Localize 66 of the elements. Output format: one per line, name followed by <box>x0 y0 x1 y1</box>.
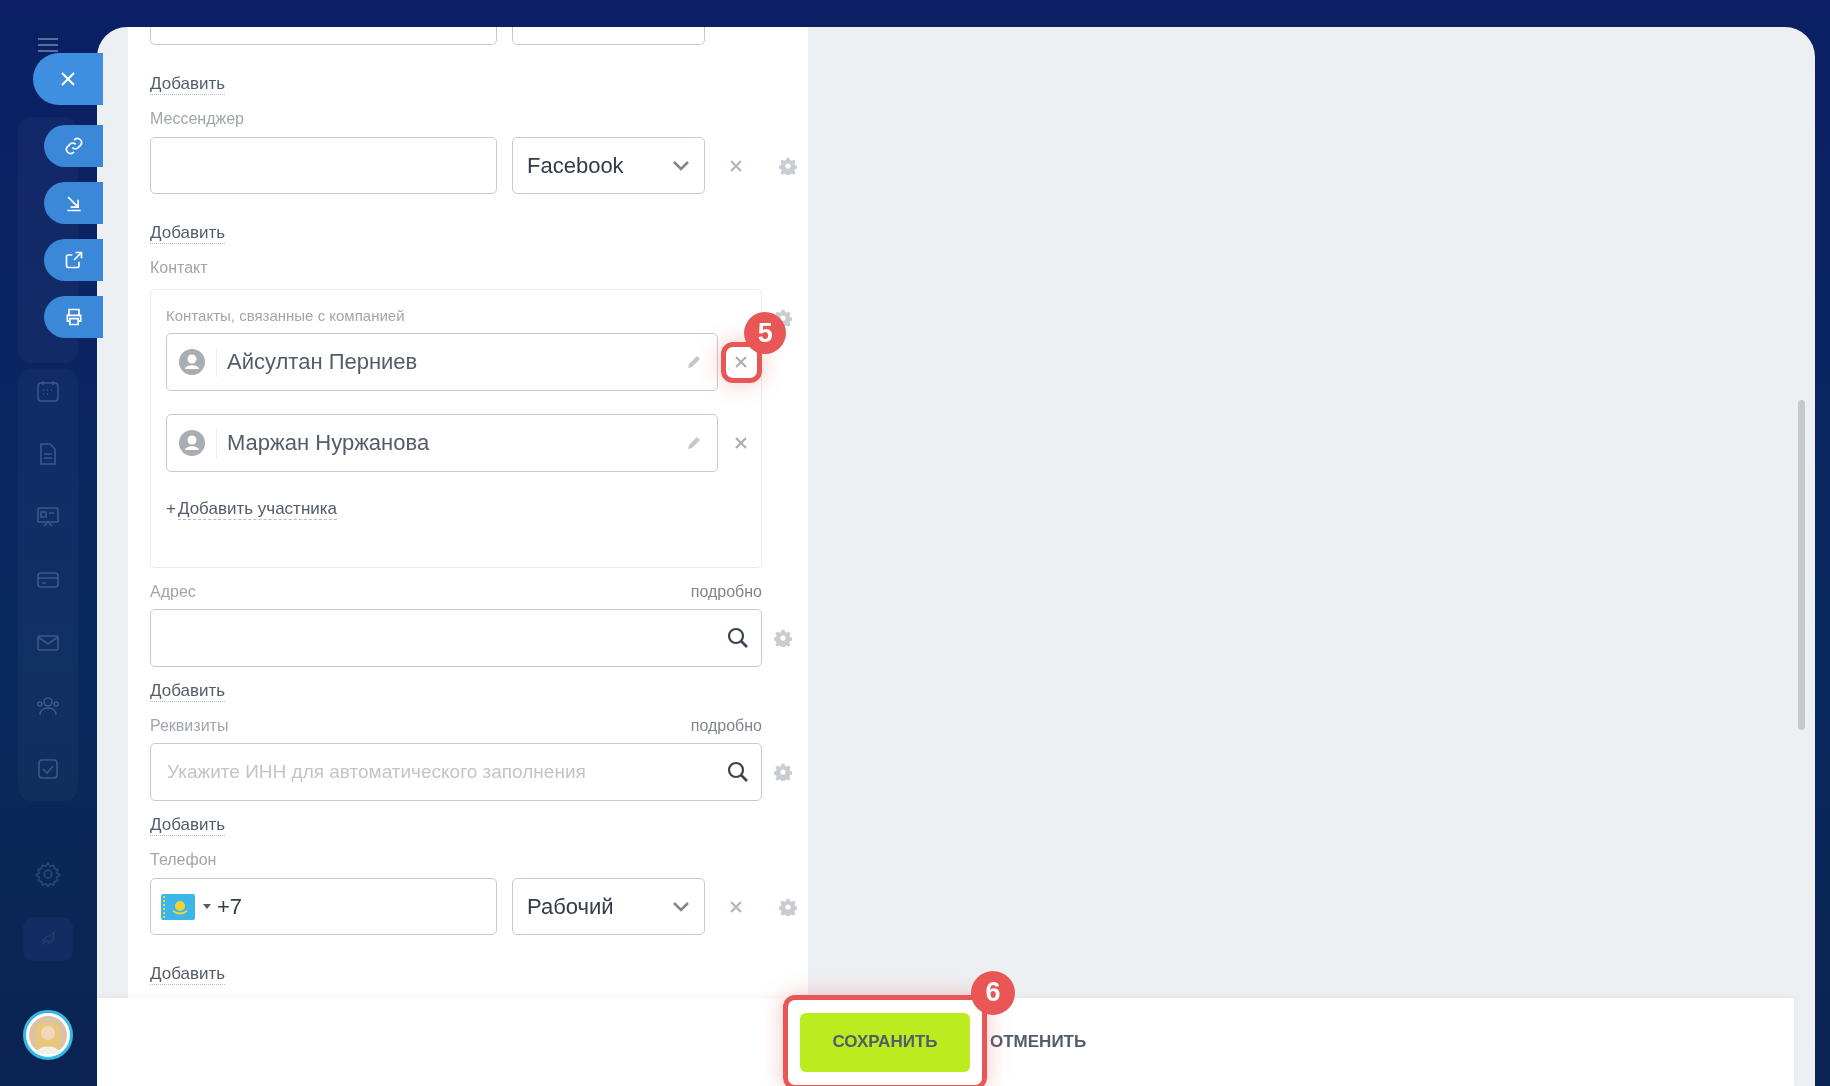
field-value: +7 <box>217 893 243 920</box>
field-label: Контакт <box>150 258 209 278</box>
select-field[interactable]: Рабочий <box>512 878 705 935</box>
menu-icon[interactable] <box>36 37 59 53</box>
settings-icon[interactable] <box>779 156 797 175</box>
scrollbar-thumb[interactable] <box>1798 400 1805 730</box>
add-link[interactable]: Добавить <box>150 73 226 95</box>
users-icon[interactable] <box>35 694 60 718</box>
step-badge: 5 <box>744 312 787 354</box>
contact-field[interactable]: Айсултан Перниев <box>166 333 719 391</box>
checkbox-icon[interactable] <box>35 757 60 781</box>
flag-icon[interactable] <box>161 893 195 920</box>
contact-name: Айсултан Перниев <box>227 349 419 375</box>
contact-field[interactable]: Маржан Нуржанова <box>166 414 719 472</box>
panel-label: Контакты, связанные с компанией <box>166 306 406 326</box>
save-button[interactable]: СОХРАНИТЬ <box>800 1012 970 1072</box>
person-icon <box>179 430 205 456</box>
settings-icon[interactable] <box>34 861 61 887</box>
placeholder-text: Укажите ИНН для автоматического заполнения <box>167 761 586 782</box>
person-icon <box>179 349 205 375</box>
close-icon[interactable] <box>735 437 748 449</box>
settings-icon[interactable] <box>774 629 792 647</box>
add-link[interactable]: Добавить <box>150 680 226 702</box>
input-field[interactable] <box>150 137 497 194</box>
cancel-button[interactable]: ОТМЕНИТЬ <box>990 1032 1087 1052</box>
chevron-icon <box>672 901 690 912</box>
field-label: Телефон <box>150 850 218 870</box>
field-label: Адрес <box>150 582 196 602</box>
chevron-icon <box>672 160 690 171</box>
add-link[interactable]: Добавить <box>150 814 226 836</box>
details-link[interactable]: подробно <box>690 582 762 602</box>
close-button[interactable] <box>33 53 103 105</box>
open-external-button[interactable] <box>44 239 103 281</box>
field-label: Мессенджер <box>150 109 245 129</box>
caret-icon[interactable] <box>203 904 211 909</box>
settings-icon[interactable] <box>774 763 792 781</box>
calendar-icon[interactable] <box>35 379 60 403</box>
phone-field[interactable]: +7 <box>150 878 497 935</box>
pencil-icon[interactable] <box>687 436 702 450</box>
presentation-icon[interactable] <box>35 505 60 529</box>
add-link[interactable]: Добавить <box>150 222 226 244</box>
download-button[interactable] <box>44 182 103 224</box>
pencil-icon[interactable] <box>687 355 702 369</box>
select-field[interactable]: Facebook <box>512 137 705 194</box>
search-icon[interactable] <box>727 627 749 649</box>
close-icon <box>60 71 76 87</box>
close-icon[interactable] <box>735 356 748 368</box>
external-link-icon <box>63 250 84 270</box>
user-avatar[interactable] <box>22 1010 73 1060</box>
plus-sign: + <box>166 499 176 519</box>
rocket-button[interactable] <box>22 917 73 961</box>
settings-icon[interactable] <box>779 897 797 916</box>
search-field[interactable] <box>150 609 762 667</box>
close-icon[interactable] <box>729 158 743 173</box>
print-button[interactable] <box>44 296 103 338</box>
add-link[interactable]: Добавить <box>150 963 226 985</box>
settings-icon[interactable] <box>774 309 792 327</box>
add-participant-link[interactable]: Добавить участника <box>177 498 338 520</box>
contact-name: Маржан Нуржанова <box>227 430 431 456</box>
link-button[interactable] <box>44 125 103 167</box>
field-label: Реквизиты <box>150 716 229 736</box>
search-icon[interactable] <box>727 761 749 783</box>
link-icon <box>63 136 84 156</box>
step-badge: 6 <box>971 970 1015 1015</box>
details-link[interactable]: подробно <box>690 716 762 736</box>
close-icon[interactable] <box>729 899 743 914</box>
